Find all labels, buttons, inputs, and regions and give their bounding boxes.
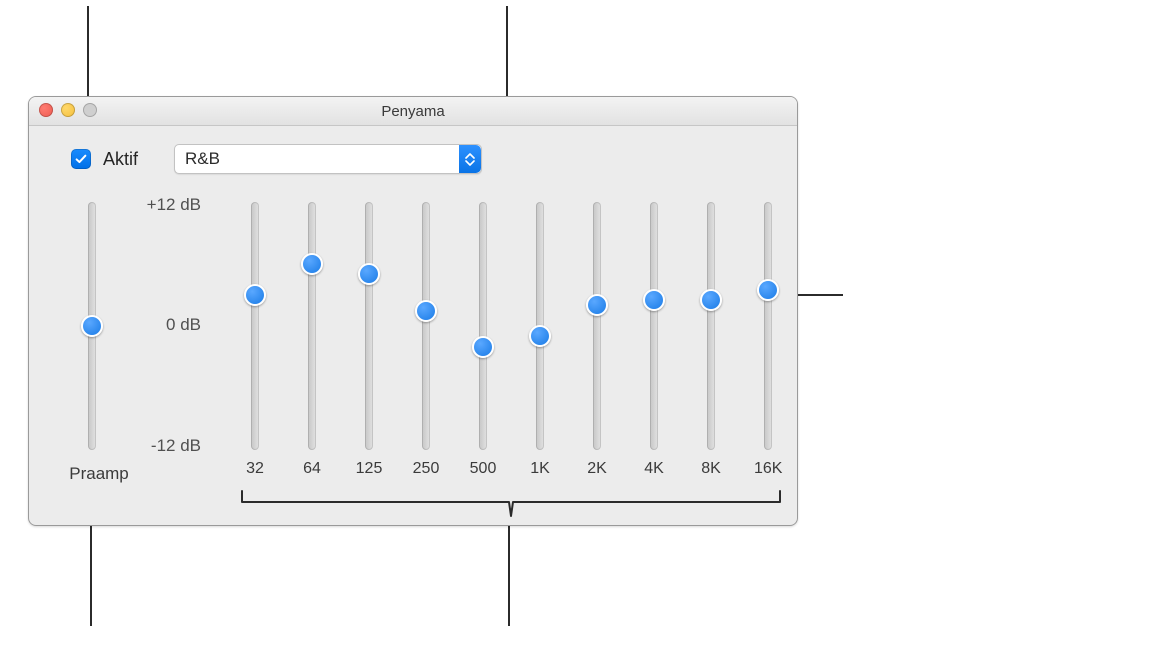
band-slider-8K[interactable] (707, 202, 715, 450)
band-column-4K: 4K (640, 202, 668, 478)
bands-bracket (241, 490, 781, 518)
band-column-8K: 8K (697, 202, 725, 478)
band-thumb-500[interactable] (472, 336, 494, 358)
band-column-250: 250 (412, 202, 440, 478)
band-column-1K: 1K (526, 202, 554, 478)
top-row: Aktif R&B (71, 144, 777, 174)
band-thumb-16K[interactable] (757, 279, 779, 301)
db-min-label: -12 dB (121, 436, 201, 456)
band-thumb-250[interactable] (415, 300, 437, 322)
band-slider-32[interactable] (251, 202, 259, 450)
band-thumb-8K[interactable] (700, 289, 722, 311)
band-columns: 32 64 125 250 500 1K 2K 4K 8K 16K (241, 202, 782, 478)
band-freq-label: 16K (754, 460, 782, 478)
band-column-125: 125 (355, 202, 383, 478)
band-slider-16K[interactable] (764, 202, 772, 450)
band-slider-125[interactable] (365, 202, 373, 450)
minimize-icon[interactable] (61, 103, 75, 117)
select-stepper-icon (459, 145, 481, 173)
band-freq-label: 64 (298, 460, 326, 478)
band-thumb-32[interactable] (244, 284, 266, 306)
band-freq-label: 2K (583, 460, 611, 478)
db-mid-label: 0 dB (121, 315, 201, 335)
enable-checkbox[interactable] (71, 149, 91, 169)
band-column-64: 64 (298, 202, 326, 478)
band-column-16K: 16K (754, 202, 782, 478)
preamp-label: Praamp (59, 464, 139, 484)
band-freq-label: 500 (469, 460, 497, 478)
band-column-2K: 2K (583, 202, 611, 478)
db-max-label: +12 dB (121, 195, 201, 215)
band-freq-label: 1K (526, 460, 554, 478)
band-column-32: 32 (241, 202, 269, 478)
band-freq-label: 250 (412, 460, 440, 478)
band-slider-64[interactable] (308, 202, 316, 450)
band-slider-250[interactable] (422, 202, 430, 450)
equalizer-body: Aktif R&B +12 dB 0 dB -12 dB (29, 126, 797, 526)
band-thumb-64[interactable] (301, 253, 323, 275)
traffic-lights (39, 103, 97, 117)
preset-value: R&B (175, 149, 220, 169)
band-freq-label: 8K (697, 460, 725, 478)
band-freq-label: 125 (355, 460, 383, 478)
equalizer-sliders-area: +12 dB 0 dB -12 dB Praamp 32 64 125 250 500 1… (49, 190, 777, 508)
db-scale: +12 dB 0 dB -12 dB (121, 202, 213, 450)
preamp-column: Praamp (77, 202, 107, 492)
band-slider-4K[interactable] (650, 202, 658, 450)
callout-line (508, 512, 510, 626)
band-column-500: 500 (469, 202, 497, 478)
band-thumb-2K[interactable] (586, 294, 608, 316)
band-thumb-4K[interactable] (643, 289, 665, 311)
band-slider-1K[interactable] (536, 202, 544, 450)
enable-label: Aktif (103, 149, 138, 170)
preamp-slider[interactable] (88, 202, 96, 450)
window-title: Penyama (381, 103, 444, 120)
band-freq-label: 4K (640, 460, 668, 478)
titlebar: Penyama (29, 97, 797, 126)
band-thumb-125[interactable] (358, 263, 380, 285)
checkmark-icon (74, 152, 88, 166)
preamp-thumb[interactable] (81, 315, 103, 337)
band-slider-2K[interactable] (593, 202, 601, 450)
band-freq-label: 32 (241, 460, 269, 478)
band-slider-500[interactable] (479, 202, 487, 450)
equalizer-window: Penyama Aktif R&B (28, 96, 798, 526)
preset-select[interactable]: R&B (174, 144, 482, 174)
band-thumb-1K[interactable] (529, 325, 551, 347)
close-icon[interactable] (39, 103, 53, 117)
zoom-icon (83, 103, 97, 117)
